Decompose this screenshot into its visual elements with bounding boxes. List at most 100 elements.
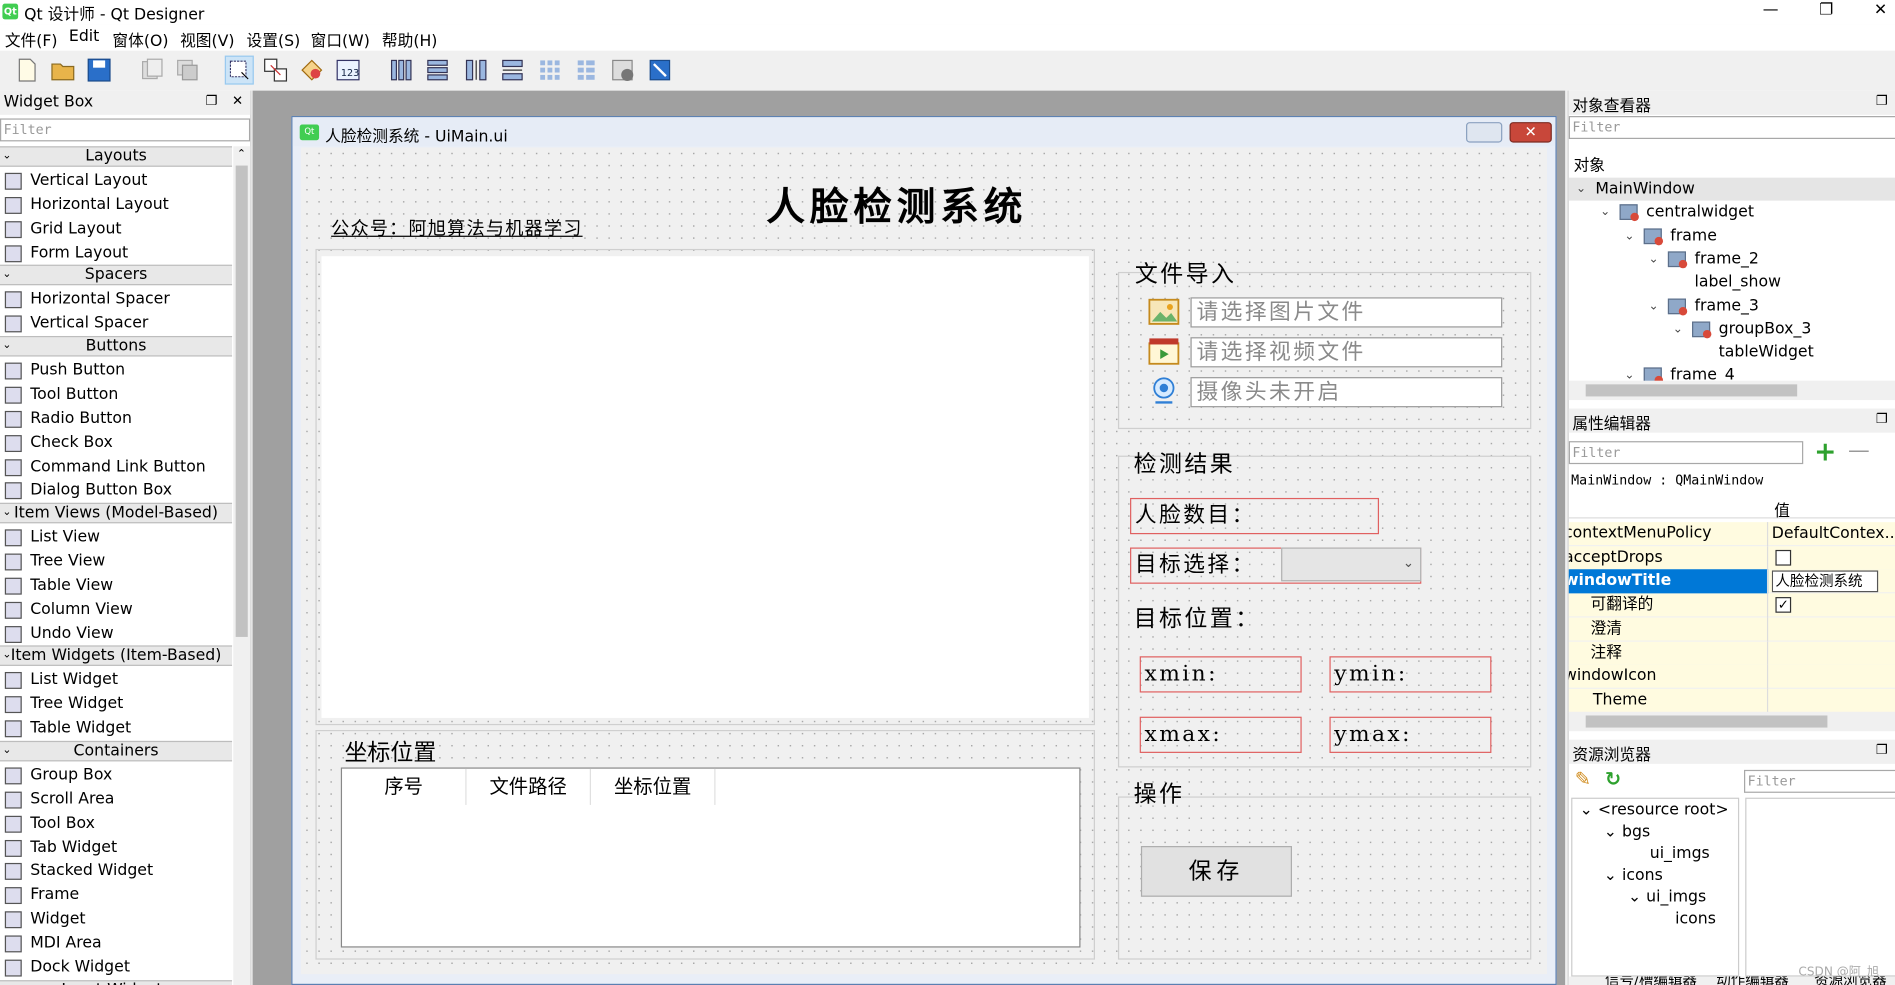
widget-item[interactable]: Command Link Button xyxy=(0,455,232,478)
widget-item[interactable]: Dock Widget xyxy=(0,956,232,979)
scroll-thumb[interactable] xyxy=(235,165,248,637)
tree-row-mainwindow[interactable]: ⌄ MainWindow xyxy=(1568,177,1895,201)
xmax-label[interactable]: xmax: xyxy=(1139,716,1302,753)
edit-buddies-icon[interactable] xyxy=(297,56,326,85)
property-value[interactable] xyxy=(1772,546,1895,570)
widget-item[interactable]: Scroll Area xyxy=(0,788,232,811)
widget-item[interactable]: Tab Widget xyxy=(0,836,232,859)
widget-item[interactable]: Group Box xyxy=(0,764,232,787)
table-header-path[interactable]: 文件路径 xyxy=(467,768,592,805)
float-icon[interactable]: ❐ xyxy=(1876,411,1888,427)
category-header[interactable]: ⌄ Input Widgets xyxy=(0,979,233,985)
property-filter-input[interactable]: Filter xyxy=(1568,441,1804,465)
layout-horizontal-icon[interactable] xyxy=(387,56,416,85)
window-title-field[interactable]: 人脸检测系统 xyxy=(1771,570,1879,593)
edit-resources-icon[interactable]: ✎ xyxy=(1575,767,1591,790)
widget-item[interactable]: Undo View xyxy=(0,622,232,645)
property-hscroll[interactable] xyxy=(1568,711,1895,732)
table-header-index[interactable]: 序号 xyxy=(342,768,467,805)
widget-item[interactable]: Grid Layout xyxy=(0,217,232,240)
chevron-down-icon[interactable]: ⌄ xyxy=(1600,201,1610,224)
resource-bgs-ui-imgs[interactable]: ui_imgs xyxy=(1650,844,1710,866)
subtitle-label[interactable]: 公众号：阿旭算法与机器学习 xyxy=(331,215,582,240)
menu-window[interactable]: 窗口(W) xyxy=(311,28,370,51)
new-file-icon[interactable] xyxy=(12,56,41,85)
menu-help[interactable]: 帮助(H) xyxy=(382,28,438,51)
menu-edit[interactable]: Edit xyxy=(69,28,99,46)
save-button[interactable]: 保存 xyxy=(1140,846,1292,897)
widget-item[interactable]: Column View xyxy=(0,598,232,621)
copy-icon[interactable] xyxy=(137,56,166,85)
edit-signals-icon[interactable] xyxy=(261,56,290,85)
float-icon[interactable]: ❐ xyxy=(205,93,217,109)
property-row[interactable]: 可翻译的 ✓ xyxy=(1568,593,1895,618)
property-value[interactable]: ✓ xyxy=(1772,594,1895,618)
widget-item[interactable]: MDI Area xyxy=(0,932,232,955)
chevron-down-icon[interactable]: ⌄ xyxy=(1649,248,1659,271)
property-row[interactable]: 注释 xyxy=(1568,641,1895,666)
resource-root[interactable]: ⌄ <resource root> xyxy=(1580,800,1729,822)
label-show[interactable] xyxy=(321,256,1089,718)
category-header[interactable]: ⌄ Item Widgets (Item-Based) xyxy=(0,645,233,667)
property-row[interactable]: windowTitle 人脸检测系统 xyxy=(1568,569,1895,594)
layout-h-splitter-icon[interactable] xyxy=(462,56,491,85)
object-hscroll[interactable] xyxy=(1568,380,1895,401)
menu-file[interactable]: 文件(F) xyxy=(5,28,58,51)
object-filter-input[interactable]: Filter xyxy=(1568,116,1895,139)
property-row[interactable]: acceptDrops xyxy=(1568,545,1895,571)
save-icon[interactable] xyxy=(85,56,114,85)
face-count-label[interactable]: 人脸数目： xyxy=(1130,497,1380,535)
image-path-input[interactable]: 请选择图片文件 xyxy=(1190,297,1503,328)
property-value[interactable] xyxy=(1772,641,1895,665)
target-combo-box[interactable]: ⌄ xyxy=(1281,547,1422,582)
form-close-button[interactable]: ✕ xyxy=(1509,122,1552,143)
widget-item[interactable]: Radio Button xyxy=(0,407,232,430)
widget-box-scrollbar[interactable]: ⌃ xyxy=(233,146,251,985)
property-value[interactable] xyxy=(1772,665,1895,689)
tree-row-centralwidget[interactable]: ⌄ centralwidget xyxy=(1569,201,1895,224)
property-row[interactable]: Theme xyxy=(1568,688,1895,713)
ymin-label[interactable]: ymin: xyxy=(1329,656,1492,693)
widget-item[interactable]: Check Box xyxy=(0,431,232,454)
widget-item[interactable]: List Widget xyxy=(0,669,232,692)
property-row[interactable]: windowIcon xyxy=(1568,664,1895,690)
tab-resource-browser[interactable]: 资源浏览器 xyxy=(1814,977,1887,985)
widget-item[interactable]: Dialog Button Box xyxy=(0,479,232,502)
resource-icons[interactable]: ⌄ icons xyxy=(1604,865,1663,887)
widget-item[interactable]: Form Layout xyxy=(0,241,232,264)
chevron-down-icon[interactable]: ⌄ xyxy=(1673,318,1683,341)
resource-icons-leaf[interactable]: icons xyxy=(1675,909,1716,931)
checkbox[interactable] xyxy=(1775,549,1792,566)
widget-item[interactable]: Tool Button xyxy=(0,383,232,406)
video-path-input[interactable]: 请选择视频文件 xyxy=(1190,337,1503,368)
property-value[interactable]: 人脸检测系统 xyxy=(1771,570,1895,594)
resource-icons-ui-imgs[interactable]: ⌄ ui_imgs xyxy=(1628,887,1706,909)
resource-view[interactable] xyxy=(1745,797,1895,977)
edit-tab-order-icon[interactable]: 123 xyxy=(334,56,363,85)
category-header[interactable]: ⌄ Layouts xyxy=(0,146,233,167)
widget-item[interactable]: Frame xyxy=(0,884,232,907)
widget-item[interactable]: Horizontal Layout xyxy=(0,193,232,216)
object-column-header[interactable]: 对象 xyxy=(1574,152,1605,175)
scroll-thumb[interactable] xyxy=(1585,384,1798,397)
menu-form[interactable]: 窗体(O) xyxy=(112,28,168,51)
close-button[interactable]: ✕ xyxy=(1853,0,1895,24)
widget-item[interactable]: List View xyxy=(0,526,232,549)
close-icon[interactable]: ✕ xyxy=(232,93,243,109)
property-row[interactable]: 澄清 xyxy=(1568,617,1895,642)
restore-button[interactable]: ❐ xyxy=(1798,0,1854,24)
widget-item[interactable]: Table View xyxy=(0,574,232,597)
layout-form-icon[interactable] xyxy=(572,56,601,85)
adjust-size-icon[interactable] xyxy=(645,56,674,85)
camera-status-input[interactable]: 摄像头未开启 xyxy=(1190,377,1503,408)
property-value[interactable]: DefaultContex... xyxy=(1772,522,1895,546)
widget-item[interactable]: Stacked Widget xyxy=(0,860,232,883)
minimize-button[interactable]: — xyxy=(1743,0,1799,24)
bring-to-front-icon[interactable] xyxy=(173,56,202,85)
resource-filter-input[interactable]: Filter xyxy=(1744,769,1895,793)
float-icon[interactable]: ❐ xyxy=(1876,93,1888,109)
widget-item[interactable]: Vertical Spacer xyxy=(0,312,232,335)
tab-signal-slot[interactable]: 信号/槽编辑器 xyxy=(1605,977,1697,985)
scroll-up-icon[interactable]: ⌃ xyxy=(237,149,246,161)
widget-item[interactable]: Table Widget xyxy=(0,717,232,740)
